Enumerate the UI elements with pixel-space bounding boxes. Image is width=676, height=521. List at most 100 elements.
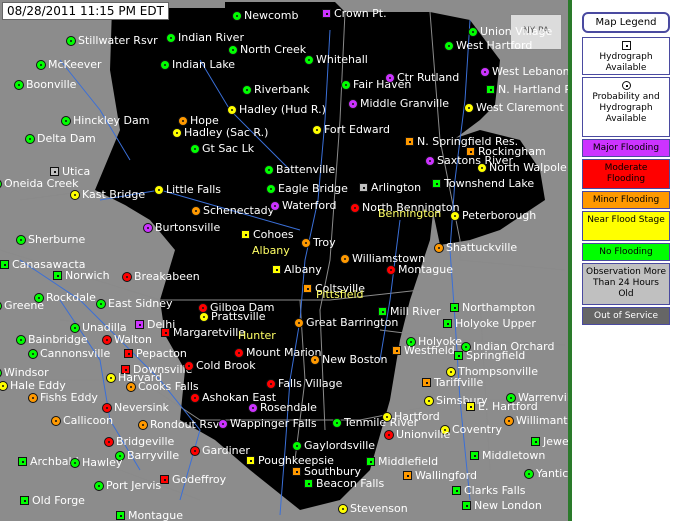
gauge-label[interactable]: Albany (284, 264, 322, 276)
gauge-marker-icon[interactable] (301, 238, 311, 248)
gauge-marker-icon[interactable] (444, 41, 454, 51)
gauge-label[interactable]: Rockdale (46, 292, 96, 304)
gauge-marker-icon[interactable] (504, 416, 514, 426)
gauge-label[interactable]: Great Barrington (306, 317, 398, 329)
gauge-marker-icon[interactable] (292, 467, 301, 476)
gauge-label[interactable]: Battenville (276, 164, 335, 176)
gauge-marker-icon[interactable] (218, 419, 228, 429)
gauge-marker-icon[interactable] (143, 223, 153, 233)
gauge-marker-icon[interactable] (70, 190, 80, 200)
gauge-label[interactable]: Eagle Bridge (278, 183, 348, 195)
gauge-marker-icon[interactable] (405, 137, 414, 146)
gauge-label[interactable]: Hadley (Hud R.) (239, 104, 326, 116)
gauge-marker-icon[interactable] (434, 243, 444, 253)
gauge-marker-icon[interactable] (102, 403, 112, 413)
gauge-label[interactable]: East Sidney (108, 298, 173, 310)
gauge-label[interactable]: Newcomb (244, 10, 298, 22)
gauge-label[interactable]: Peterborough (462, 210, 536, 222)
gauge-label[interactable]: Greene (4, 300, 44, 312)
gauge-marker-icon[interactable] (348, 99, 358, 109)
gauge-label[interactable]: Walton (114, 334, 152, 346)
gauge-label[interactable]: Arlington (371, 182, 421, 194)
gauge-marker-icon[interactable] (53, 271, 62, 280)
gauge-marker-icon[interactable] (382, 412, 392, 422)
gauge-marker-icon[interactable] (450, 303, 459, 312)
gauge-marker-icon[interactable] (464, 103, 474, 113)
gauge-marker-icon[interactable] (424, 396, 434, 406)
gauge-marker-icon[interactable] (266, 184, 276, 194)
gauge-label[interactable]: North Creek (240, 44, 306, 56)
gauge-marker-icon[interactable] (340, 254, 350, 264)
gauge-label[interactable]: Northampton (462, 302, 535, 314)
gauge-marker-icon[interactable] (16, 335, 26, 345)
gauge-marker-icon[interactable] (242, 85, 252, 95)
gauge-label[interactable]: Cohoes (253, 229, 294, 241)
gauge-marker-icon[interactable] (14, 80, 24, 90)
gauge-label[interactable]: Montague (128, 510, 183, 521)
gauge-marker-icon[interactable] (16, 235, 26, 245)
gauge-label[interactable]: Springfield (466, 350, 525, 362)
gauge-label[interactable]: Gardiner (202, 445, 250, 457)
gauge-label[interactable]: Margaretville (173, 327, 245, 339)
gauge-label[interactable]: E. Hartford (478, 401, 538, 413)
gauge-marker-icon[interactable] (124, 349, 133, 358)
gauge-label[interactable]: Middletown (482, 450, 545, 462)
gauge-marker-icon[interactable] (160, 475, 169, 484)
gauge-marker-icon[interactable] (70, 458, 80, 468)
gauge-marker-icon[interactable] (303, 284, 312, 293)
gauge-label[interactable]: Sherburne (28, 234, 85, 246)
gauge-marker-icon[interactable] (116, 511, 125, 520)
gauge-label[interactable]: Bainbridge (28, 334, 88, 346)
gauge-label[interactable]: Westfield (404, 345, 455, 357)
gauge-label[interactable]: West Lebanon (492, 66, 568, 78)
gauge-label[interactable]: Indian Lake (172, 59, 235, 71)
gauge-label[interactable]: Callicoon (63, 415, 113, 427)
gauge-marker-icon[interactable] (28, 349, 38, 359)
gauge-label[interactable]: Rondout Rsvr (150, 419, 224, 431)
gauge-label[interactable]: Gt Sac Lk (202, 143, 254, 155)
gauge-marker-icon[interactable] (524, 469, 534, 479)
gauge-label[interactable]: Bridgeville (116, 436, 174, 448)
gauge-marker-icon[interactable] (350, 203, 360, 213)
gauge-marker-icon[interactable] (94, 481, 104, 491)
gauge-label[interactable]: Godeffroy (172, 474, 226, 486)
gauge-marker-icon[interactable] (443, 319, 452, 328)
gauge-marker-icon[interactable] (28, 393, 38, 403)
gauge-marker-icon[interactable] (227, 105, 237, 115)
gauge-label[interactable]: Unionville (396, 429, 450, 441)
gauge-label[interactable]: Breakabeen (134, 271, 200, 283)
gauge-marker-icon[interactable] (425, 156, 435, 166)
gauge-label[interactable]: Yantic (536, 468, 568, 480)
gauge-label[interactable]: Wallingford (415, 470, 477, 482)
gauge-label[interactable]: Gaylordsville (304, 440, 375, 452)
gauge-marker-icon[interactable] (272, 265, 281, 274)
gauge-marker-icon[interactable] (359, 183, 368, 192)
gauge-label[interactable]: Stevenson (350, 503, 408, 515)
gauge-marker-icon[interactable] (96, 299, 106, 309)
gauge-marker-icon[interactable] (234, 348, 244, 358)
gauge-label[interactable]: Union Village (480, 26, 552, 38)
gauge-marker-icon[interactable] (386, 265, 396, 275)
gauge-label[interactable]: Shattuckville (446, 242, 517, 254)
gauge-label[interactable]: Hartford (394, 411, 440, 423)
gauge-label[interactable]: Waterford (282, 200, 336, 212)
gauge-label[interactable]: North Walpole (489, 162, 567, 174)
gauge-label[interactable]: Troy (313, 237, 336, 249)
gauge-label[interactable]: Boonville (26, 79, 76, 91)
gauge-marker-icon[interactable] (294, 318, 304, 328)
gauge-marker-icon[interactable] (452, 486, 461, 495)
gauge-label[interactable]: Barryville (127, 450, 179, 462)
gauge-marker-icon[interactable] (166, 33, 176, 43)
gauge-label[interactable]: New London (474, 500, 542, 512)
gauge-label[interactable]: Cold Brook (196, 360, 256, 372)
gauge-label[interactable]: Cannonsville (40, 348, 110, 360)
gauge-label[interactable]: Middle Granville (360, 98, 449, 110)
gauge-label[interactable]: Hinckley Dam (73, 115, 149, 127)
gauge-marker-icon[interactable] (341, 80, 351, 90)
gauge-marker-icon[interactable] (480, 67, 490, 77)
gauge-label[interactable]: Port Jervis (106, 480, 161, 492)
gauge-marker-icon[interactable] (385, 73, 395, 83)
gauge-marker-icon[interactable] (266, 379, 276, 389)
gauge-marker-icon[interactable] (468, 27, 478, 37)
gauge-label[interactable]: Montague (398, 264, 453, 276)
